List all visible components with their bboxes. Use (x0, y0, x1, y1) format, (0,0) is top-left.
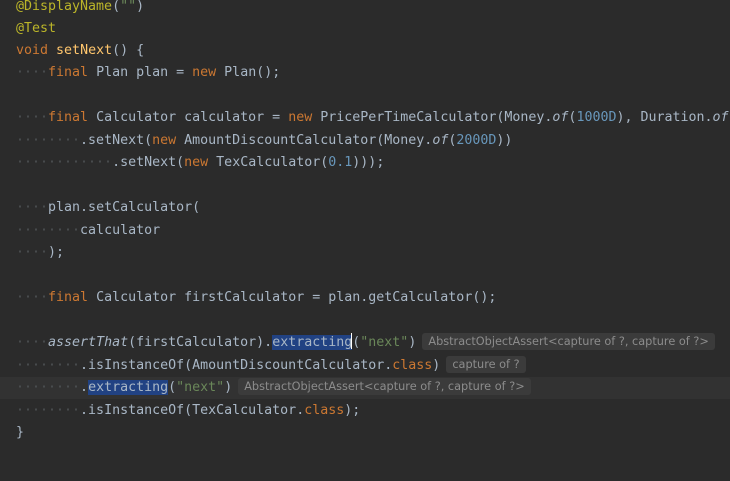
code-line-11[interactable]: ········calculator (0, 220, 730, 242)
method-name: setNext (56, 43, 113, 58)
code-line-4[interactable]: ····final Plan plan = new Plan(); (0, 62, 730, 84)
type-hint: capture of ? (446, 356, 526, 373)
code-line-14[interactable]: ····final Calculator firstCalculator = p… (0, 287, 730, 309)
code-line-20[interactable]: } (0, 422, 730, 444)
code-line-8[interactable]: ············.setNext(new TexCalculator(0… (0, 152, 730, 174)
type-hint: AbstractObjectAssert<capture of ?, captu… (422, 333, 715, 350)
code-line-10[interactable]: ····plan.setCalculator( (0, 197, 730, 219)
display-name-annotation: @DisplayName (16, 0, 113, 14)
test-annotation: @Test (16, 21, 57, 36)
code-line-12[interactable]: ····); (0, 242, 730, 264)
code-line-17[interactable]: ········.isInstanceOf(AmountDiscountCalc… (0, 355, 730, 377)
code-line-16[interactable]: ····assertThat(firstCalculator).extracti… (0, 332, 730, 354)
closing-brace: } (16, 425, 25, 440)
string-literal: "" (120, 0, 137, 14)
code-line-1[interactable]: @DisplayName("") (0, 0, 730, 18)
code-line-18[interactable]: ········.extracting("next") AbstractObjec… (0, 377, 730, 399)
keyword-void: void (16, 43, 49, 58)
assert-that-call: assertThat (48, 335, 129, 350)
code-editor[interactable]: @DisplayName("") @Test void setNext() { … (0, 0, 730, 481)
highlighted-extracting: extracting (272, 335, 353, 350)
highlighted-extracting: extracting (88, 380, 169, 395)
code-line-7[interactable]: ········.setNext(new AmountDiscountCalcu… (0, 130, 730, 152)
indent-whitespace: ···· (16, 65, 49, 80)
type-hint: AbstractObjectAssert<capture of ?, captu… (238, 378, 531, 395)
code-line-3[interactable]: void setNext() { (0, 40, 730, 62)
code-line-6[interactable]: ····final Calculator calculator = new Pr… (0, 107, 730, 129)
code-line-2[interactable]: @Test (0, 18, 730, 40)
code-line-19[interactable]: ········.isInstanceOf(TexCalculator.clas… (0, 400, 730, 422)
